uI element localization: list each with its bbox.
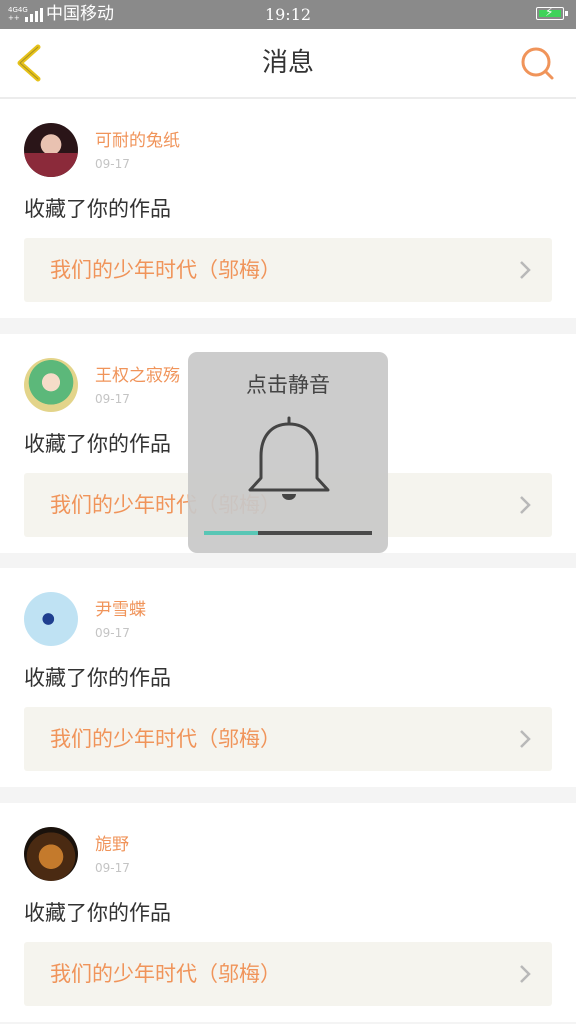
- mute-toast[interactable]: 点击静音: [188, 352, 388, 553]
- message-date: 09-17: [95, 157, 130, 171]
- bell-icon: [248, 416, 330, 500]
- avatar[interactable]: [24, 123, 78, 177]
- chevron-right-icon: [520, 965, 531, 983]
- message-card: 尹雪蝶 09-17 收藏了你的作品 我们的少年时代（邬梅）: [0, 568, 576, 787]
- user-name[interactable]: 可耐的兔纸: [95, 130, 180, 152]
- work-link[interactable]: 我们的少年时代（邬梅）: [24, 942, 552, 1006]
- chevron-right-icon: [520, 730, 531, 748]
- message-date: 09-17: [95, 626, 130, 640]
- work-link[interactable]: 我们的少年时代（邬梅）: [24, 238, 552, 302]
- volume-progress-fill: [204, 531, 258, 535]
- action-text: 收藏了你的作品: [24, 666, 171, 690]
- user-name[interactable]: 旎野: [95, 834, 129, 856]
- message-date: 09-17: [95, 392, 130, 406]
- page-title: 消息: [261, 48, 314, 78]
- work-title: 我们的少年时代（邬梅）: [50, 962, 281, 986]
- nav-bar: 消息: [0, 29, 576, 99]
- user-name[interactable]: 尹雪蝶: [95, 599, 146, 621]
- message-date: 09-17: [95, 861, 130, 875]
- work-title: 我们的少年时代（邬梅）: [50, 258, 281, 282]
- search-icon[interactable]: [519, 45, 555, 81]
- avatar[interactable]: [24, 827, 78, 881]
- battery-icon: ⚡: [536, 5, 568, 20]
- chevron-right-icon: [520, 496, 531, 514]
- user-name[interactable]: 王权之寂殇: [95, 365, 180, 387]
- work-title: 我们的少年时代（邬梅）: [50, 727, 281, 751]
- message-card: 旎野 09-17 收藏了你的作品 我们的少年时代（邬梅）: [0, 803, 576, 1022]
- volume-progress: [204, 531, 372, 535]
- mute-label: 点击静音: [246, 373, 330, 397]
- clock: 19:12: [264, 5, 312, 24]
- work-link[interactable]: 我们的少年时代（邬梅）: [24, 707, 552, 771]
- charging-bolt-icon: ⚡: [545, 5, 554, 19]
- chevron-right-icon: [520, 261, 531, 279]
- action-text: 收藏了你的作品: [24, 432, 171, 456]
- action-text: 收藏了你的作品: [24, 197, 171, 221]
- action-text: 收藏了你的作品: [24, 901, 171, 925]
- avatar[interactable]: [24, 592, 78, 646]
- message-card: 可耐的兔纸 09-17 收藏了你的作品 我们的少年时代（邬梅）: [0, 99, 576, 318]
- status-bar: 4G4G ++ 中国移动 19:12 ⚡: [0, 0, 576, 29]
- avatar[interactable]: [24, 358, 78, 412]
